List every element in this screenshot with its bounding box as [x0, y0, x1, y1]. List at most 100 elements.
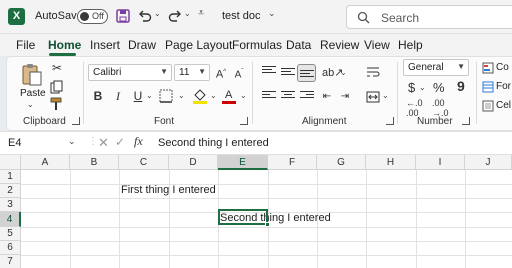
- chevron-down-icon[interactable]: ⌄: [146, 91, 153, 100]
- column-header-g[interactable]: G: [317, 155, 366, 170]
- tab-file[interactable]: File: [16, 38, 35, 52]
- column-header-c[interactable]: C: [119, 155, 169, 170]
- column-header-d[interactable]: D: [169, 155, 218, 170]
- column-header-i[interactable]: I: [416, 155, 465, 170]
- borders-icon[interactable]: [158, 88, 176, 104]
- column-header-j[interactable]: J: [465, 155, 512, 170]
- document-title[interactable]: test doc: [222, 10, 261, 22]
- decrease-indent-icon[interactable]: ⇤: [319, 89, 335, 105]
- decrease-font-size-icon[interactable]: Aˇ: [231, 64, 247, 80]
- redo-icon[interactable]: [167, 8, 183, 24]
- row-header-3[interactable]: 3: [0, 198, 21, 212]
- font-launcher-icon[interactable]: [240, 117, 248, 125]
- paste-label[interactable]: Paste: [20, 88, 46, 99]
- fill-handle[interactable]: [265, 222, 270, 227]
- number-launcher-icon[interactable]: [462, 117, 470, 125]
- increase-indent-icon[interactable]: ⇥: [337, 89, 353, 105]
- title-bar: X AutoSave Off ⌄ ⌄ ⩡ test doc ⌄ Search: [0, 0, 512, 34]
- autosave-toggle[interactable]: Off: [77, 9, 108, 24]
- row-header-4[interactable]: 4: [0, 212, 21, 227]
- percent-format-icon[interactable]: %: [433, 80, 445, 95]
- underline-icon[interactable]: U: [130, 88, 146, 104]
- italic-icon[interactable]: I: [110, 88, 126, 104]
- font-color-icon[interactable]: A: [221, 87, 237, 105]
- column-header-f[interactable]: F: [268, 155, 317, 170]
- align-center-icon[interactable]: [281, 91, 295, 103]
- chevron-down-icon[interactable]: ⌄: [178, 91, 185, 100]
- tab-view[interactable]: View: [364, 38, 390, 52]
- search-placeholder: Search: [381, 11, 420, 25]
- tab-insert[interactable]: Insert: [90, 38, 120, 52]
- chevron-down-icon[interactable]: ⌄: [68, 136, 76, 147]
- select-all-button[interactable]: [0, 155, 21, 170]
- chevron-down-icon[interactable]: ⌄: [382, 91, 389, 100]
- column-header-a[interactable]: A: [21, 155, 70, 170]
- redo-dropdown-icon[interactable]: ⌄: [184, 9, 191, 18]
- top-align-icon[interactable]: [262, 66, 276, 78]
- cell-styles-icon[interactable]: [482, 100, 494, 112]
- tab-review[interactable]: Review: [320, 38, 359, 52]
- format-painter-icon[interactable]: [50, 97, 64, 111]
- tab-draw[interactable]: Draw: [128, 38, 156, 52]
- format-as-table-label[interactable]: For: [496, 81, 511, 92]
- chevron-down-icon[interactable]: ⌄: [240, 91, 247, 100]
- row-header-5[interactable]: 5: [0, 227, 21, 241]
- tab-help[interactable]: Help: [398, 38, 423, 52]
- merge-center-icon[interactable]: [366, 90, 380, 104]
- row-header-2[interactable]: 2: [0, 184, 21, 198]
- number-format-select[interactable]: General ▼: [403, 59, 469, 76]
- row-header-6[interactable]: 6: [0, 241, 21, 255]
- decrease-decimal-icon[interactable]: .00 →.0: [432, 98, 449, 118]
- conditional-formatting-icon[interactable]: [482, 62, 494, 74]
- undo-dropdown-icon[interactable]: ⌄: [154, 9, 161, 18]
- tab-data[interactable]: Data: [286, 38, 311, 52]
- row-header-7[interactable]: 7: [0, 255, 21, 268]
- increase-font-size-icon[interactable]: A^: [213, 64, 229, 81]
- formula-input[interactable]: Second thing I entered: [158, 137, 269, 149]
- increase-decimal-icon[interactable]: ←.0.00: [406, 98, 423, 118]
- conditional-formatting-label[interactable]: Co: [496, 62, 509, 73]
- column-header-e[interactable]: E: [218, 155, 268, 170]
- chevron-down-icon[interactable]: ⌄: [268, 8, 276, 19]
- undo-icon[interactable]: [137, 8, 153, 24]
- align-left-icon[interactable]: [262, 91, 276, 103]
- cell-c2[interactable]: First thing I entered: [121, 184, 216, 196]
- wrap-text-icon[interactable]: [366, 65, 380, 79]
- fill-color-icon[interactable]: [192, 87, 208, 105]
- worksheet-grid[interactable]: A B C D E F G H I J 1 2 3 4 5 6 7 First …: [0, 155, 512, 268]
- save-icon[interactable]: [115, 8, 131, 24]
- comma-style-icon[interactable]: 9: [457, 78, 465, 94]
- copy-icon[interactable]: [50, 80, 64, 94]
- search-input[interactable]: Search: [346, 5, 512, 29]
- tab-page-layout[interactable]: Page Layout: [165, 38, 232, 52]
- paste-dropdown-icon[interactable]: ⌄: [27, 100, 34, 109]
- enter-icon[interactable]: ✓: [115, 135, 125, 149]
- insert-function-icon[interactable]: fx: [134, 134, 143, 149]
- chevron-down-icon[interactable]: ⌄: [340, 68, 347, 77]
- group-divider: [83, 62, 84, 124]
- tab-formulas[interactable]: Formulas: [232, 38, 282, 52]
- tab-home[interactable]: Home: [48, 38, 81, 52]
- column-header-b[interactable]: B: [70, 155, 119, 170]
- formula-bar-grip-icon: ⋮: [88, 136, 98, 147]
- clipboard-launcher-icon[interactable]: [72, 117, 80, 125]
- group-divider: [476, 62, 477, 124]
- chevron-down-icon[interactable]: ⌄: [419, 83, 426, 92]
- paste-icon[interactable]: [21, 62, 43, 86]
- cut-icon[interactable]: ✂: [49, 60, 65, 76]
- cell-styles-label[interactable]: Cel: [496, 100, 511, 111]
- bold-icon[interactable]: B: [90, 88, 106, 104]
- font-size-select[interactable]: 11 ▼: [174, 64, 210, 81]
- alignment-launcher-icon[interactable]: [386, 117, 394, 125]
- currency-format-icon[interactable]: $: [408, 80, 415, 95]
- align-right-icon[interactable]: [300, 91, 314, 103]
- font-family-select[interactable]: Calibri ▼: [88, 64, 172, 81]
- chevron-down-icon[interactable]: ⌄: [210, 91, 217, 100]
- orientation-icon[interactable]: ab↗: [322, 65, 343, 81]
- row-header-1[interactable]: 1: [0, 170, 21, 184]
- format-as-table-icon[interactable]: [482, 81, 494, 93]
- column-header-h[interactable]: H: [366, 155, 416, 170]
- customize-toolbar-icon[interactable]: ⩡: [198, 7, 204, 20]
- middle-align-icon[interactable]: [281, 68, 295, 80]
- cancel-icon[interactable]: ✕: [98, 135, 109, 151]
